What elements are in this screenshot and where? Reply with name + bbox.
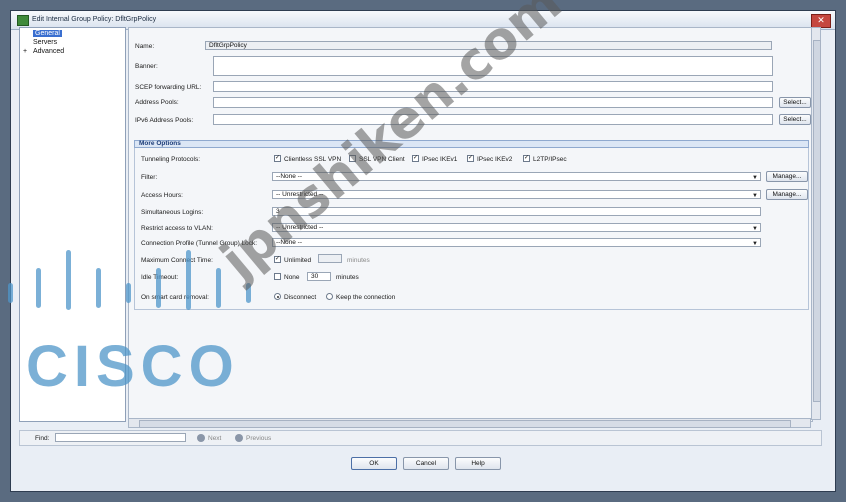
smart-card-disconnect-label: Disconnect	[284, 294, 317, 301]
smart-card-disconnect-radio[interactable]	[274, 293, 281, 300]
idle-none-checkbox[interactable]	[274, 273, 281, 280]
logo-bar	[156, 268, 161, 308]
dropdown-arrow-icon: ▼	[752, 193, 758, 199]
cisco-logo: CISCO	[0, 240, 260, 399]
previous-arrow-icon[interactable]	[235, 434, 243, 442]
logo-bar	[36, 268, 41, 308]
protocol-ikev2-checkbox[interactable]: ✓	[467, 155, 474, 162]
ipv6-pools-label: IPv6 Address Pools:	[135, 117, 194, 124]
logo-bar	[66, 250, 71, 310]
protocol-ikev1-label: IPsec IKEv1	[422, 156, 458, 163]
restrict-vlan-label: Restrict access to VLAN:	[141, 225, 213, 232]
logo-bar	[186, 250, 191, 310]
connection-profile-dropdown[interactable]: --None -- ▼	[272, 238, 761, 247]
logo-bar	[96, 268, 101, 308]
tunneling-label: Tunneling Protocols:	[141, 156, 201, 163]
vertical-scroll-thumb[interactable]	[813, 40, 821, 402]
smart-card-keep-radio[interactable]	[326, 293, 333, 300]
find-previous-button[interactable]: Previous	[246, 435, 271, 442]
vertical-scrollbar[interactable]	[811, 27, 821, 420]
banner-label: Banner:	[135, 63, 158, 70]
horizontal-scrollbar[interactable]	[128, 418, 811, 428]
name-label: Name:	[135, 43, 155, 50]
cancel-button[interactable]: Cancel	[403, 457, 449, 470]
app-icon	[17, 15, 29, 26]
close-button[interactable]: ✕	[811, 14, 831, 28]
protocol-clientless-checkbox[interactable]: ✓	[274, 155, 281, 162]
logo-bar	[126, 283, 131, 303]
dropdown-arrow-icon: ▼	[752, 241, 758, 247]
ipv6-pools-select-button[interactable]: Select...	[779, 114, 811, 125]
tree-expander-icon[interactable]: +	[23, 48, 27, 55]
horizontal-scroll-thumb[interactable]	[139, 420, 791, 428]
tree-item-servers[interactable]: Servers	[33, 39, 57, 46]
protocol-l2tp-label: L2TP/IPsec	[533, 156, 567, 163]
idle-none-label: None	[284, 274, 300, 281]
idle-timeout-field[interactable]: 30	[307, 272, 331, 281]
address-pools-label: Address Pools:	[135, 99, 179, 106]
address-pools-select-button[interactable]: Select...	[779, 97, 811, 108]
ok-button[interactable]: OK	[351, 457, 397, 470]
max-connect-minutes-field	[318, 254, 342, 263]
address-pools-field[interactable]	[213, 97, 773, 108]
dropdown-arrow-icon: ▼	[752, 226, 758, 232]
max-connect-units: minutes	[347, 257, 370, 264]
access-hours-label: Access Hours:	[141, 192, 183, 199]
find-input[interactable]	[55, 433, 186, 442]
access-hours-manage-button[interactable]: Manage...	[766, 189, 808, 200]
filter-label: Filter:	[141, 174, 158, 181]
logo-bar	[216, 268, 221, 308]
simultaneous-logins-label: Simultaneous Logins:	[141, 209, 204, 216]
ipv6-pools-field[interactable]	[213, 114, 773, 125]
cisco-logo-text: CISCO	[26, 334, 240, 399]
protocol-l2tp-checkbox[interactable]: ✓	[523, 155, 530, 162]
tree-item-general[interactable]: General	[33, 30, 62, 37]
tree-item-advanced[interactable]: Advanced	[33, 48, 64, 55]
protocol-ikev1-checkbox[interactable]: ✓	[412, 155, 419, 162]
find-next-button[interactable]: Next	[208, 435, 221, 442]
more-options-header[interactable]: More Options	[134, 140, 809, 148]
restrict-vlan-dropdown[interactable]: -- Unrestricted -- ▼	[272, 223, 761, 232]
protocol-ikev2-label: IPsec IKEv2	[477, 156, 513, 163]
next-arrow-icon[interactable]	[197, 434, 205, 442]
scep-label: SCEP forwarding URL:	[135, 84, 202, 91]
find-label: Find:	[35, 435, 50, 442]
idle-timeout-units: minutes	[336, 274, 359, 281]
max-connect-unlimited-label: Unlimited	[284, 257, 312, 264]
logo-bar	[8, 283, 13, 303]
filter-manage-button[interactable]: Manage...	[766, 171, 808, 182]
help-button[interactable]: Help	[455, 457, 501, 470]
smart-card-keep-label: Keep the connection	[336, 294, 396, 301]
window-title: Edit Internal Group Policy: DfltGrpPolic…	[32, 16, 157, 23]
dropdown-arrow-icon: ▼	[752, 175, 758, 181]
